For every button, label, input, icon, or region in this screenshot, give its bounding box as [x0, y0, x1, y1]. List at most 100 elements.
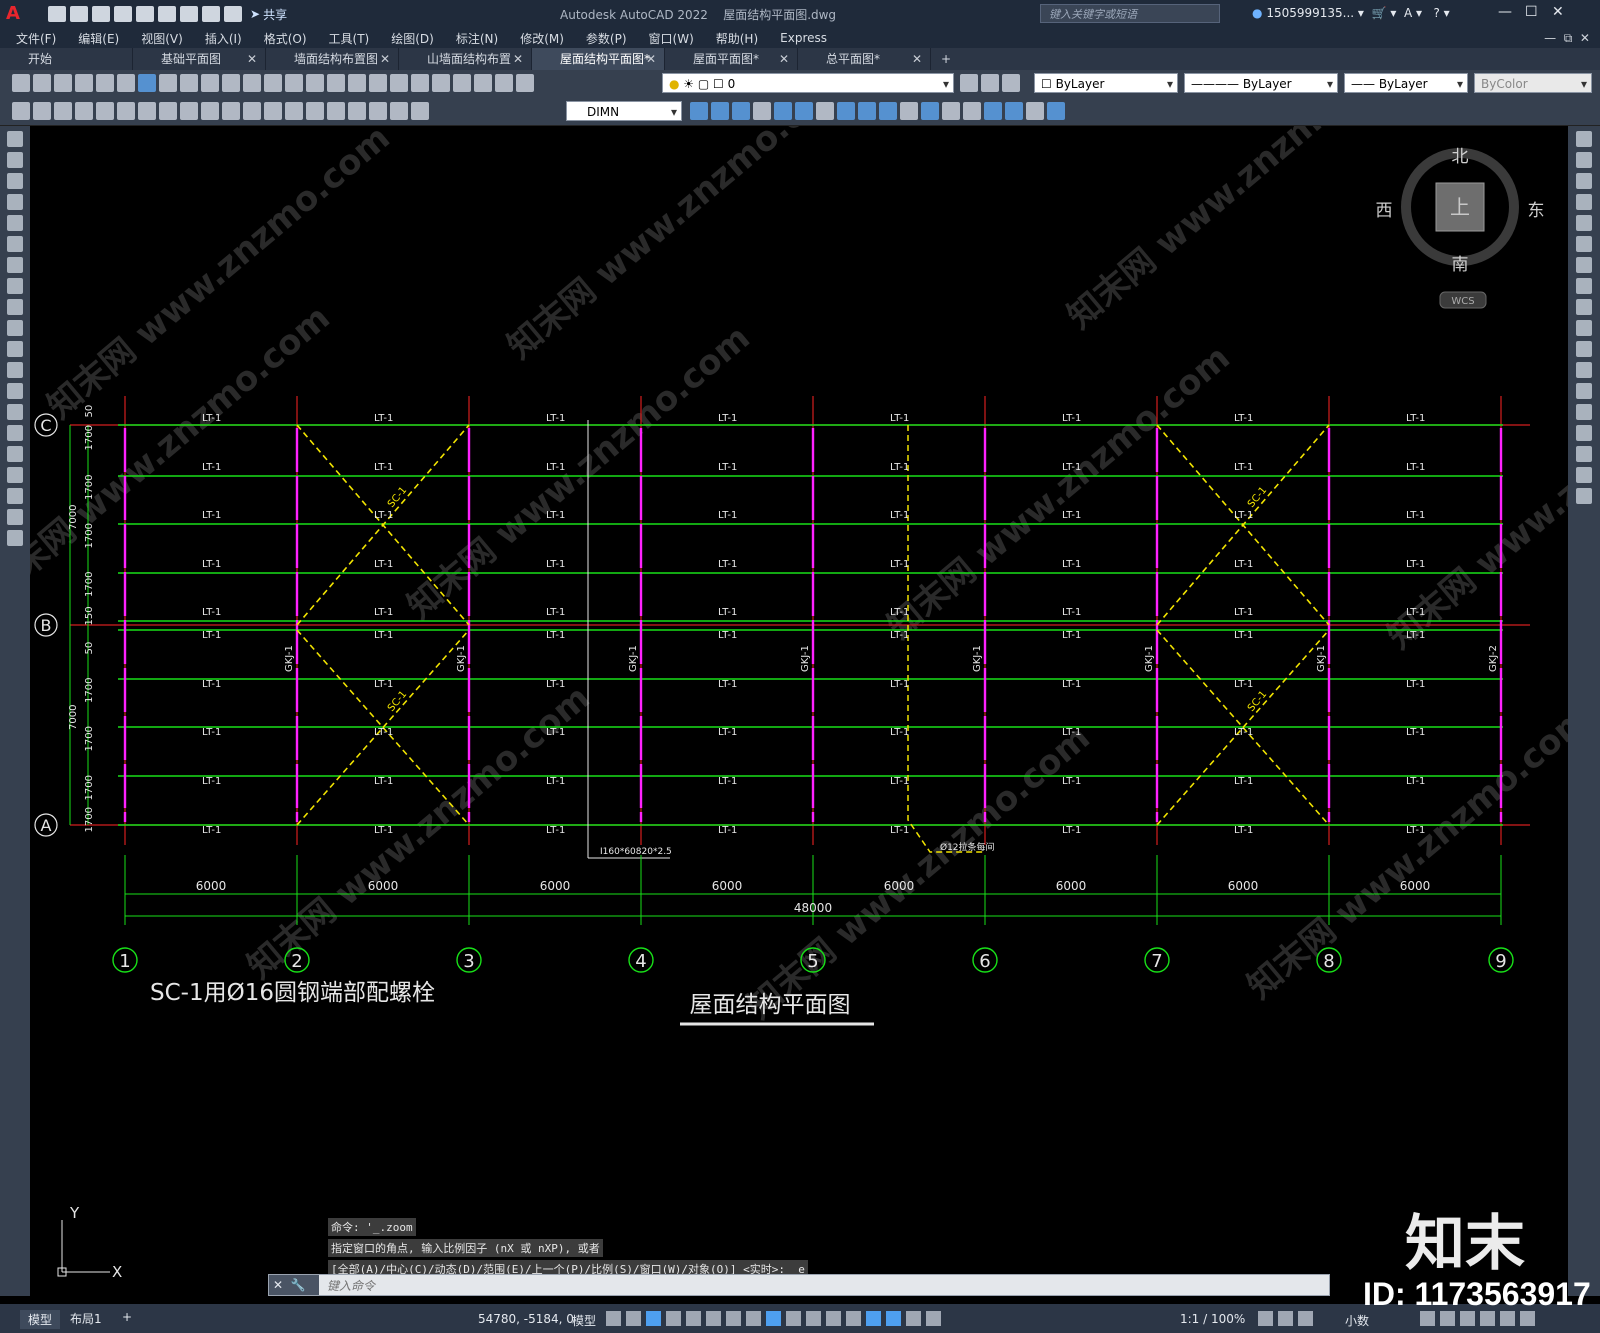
make-current-icon[interactable] [960, 74, 978, 92]
print-icon[interactable] [75, 74, 93, 92]
dynamic-ucs-icon[interactable] [826, 1311, 841, 1326]
interfere-icon[interactable] [837, 102, 855, 120]
help-icon[interactable] [495, 74, 513, 92]
scale-icon[interactable] [1576, 278, 1592, 294]
revolve-icon[interactable] [774, 102, 792, 120]
open-file-icon[interactable] [70, 6, 88, 22]
tab-roof-structure-plan[interactable]: 屋面结构平面图* ✕ [532, 48, 665, 70]
tolerance-icon[interactable] [285, 102, 303, 120]
trim-icon[interactable] [1576, 320, 1592, 336]
materials-icon[interactable] [879, 102, 897, 120]
offset-icon[interactable] [1576, 194, 1592, 210]
osnap-icon[interactable] [726, 1311, 741, 1326]
save-icon[interactable] [92, 6, 110, 22]
chamfer-icon[interactable] [1576, 425, 1592, 441]
new-file-icon[interactable] [48, 6, 66, 22]
color-dropdown[interactable]: ☐ ByLayer ▾ [1034, 73, 1178, 93]
explode-icon[interactable] [1576, 488, 1592, 504]
transparency-icon[interactable] [766, 1311, 781, 1326]
close-icon[interactable]: ✕ [1552, 4, 1564, 20]
slice-icon[interactable] [795, 102, 813, 120]
inspect-icon[interactable] [327, 102, 345, 120]
save-icon[interactable] [54, 74, 72, 92]
menu-insert[interactable]: 插入(I) [205, 30, 242, 47]
erase-icon[interactable] [1576, 131, 1592, 147]
quick-dim-icon[interactable] [180, 102, 198, 120]
view-cube-top[interactable]: 上 [1450, 195, 1470, 219]
join-icon[interactable] [1576, 404, 1592, 420]
navigation-icon[interactable] [1047, 102, 1065, 120]
help-search-input[interactable]: 键入关键字或短语 [1040, 4, 1220, 23]
menu-help[interactable]: 帮助(H) [716, 30, 758, 47]
space-icon[interactable] [243, 102, 261, 120]
model-space-toggle[interactable]: 模型 [572, 1312, 596, 1329]
open-icon[interactable] [33, 74, 51, 92]
add-selected-icon[interactable] [7, 530, 23, 546]
menu-parametric[interactable]: 参数(P) [586, 30, 627, 47]
minimize-icon[interactable]: — [1498, 4, 1512, 20]
shade-icon[interactable] [963, 102, 981, 120]
ordinate-icon[interactable] [75, 102, 93, 120]
section-icon[interactable] [816, 102, 834, 120]
blend-icon[interactable] [1576, 467, 1592, 483]
coordinate-readout[interactable]: 54780, -5184, 0 [478, 1312, 574, 1326]
workspace-gear-icon[interactable] [1258, 1311, 1273, 1326]
open-web-icon[interactable] [136, 6, 154, 22]
lock-ui-icon[interactable] [1440, 1311, 1455, 1326]
share-button[interactable]: ➤ 共享 [250, 6, 287, 23]
line-icon[interactable] [7, 131, 23, 147]
gradient-icon[interactable] [7, 446, 23, 462]
extend-icon[interactable] [1576, 341, 1592, 357]
design-center-icon[interactable] [390, 74, 408, 92]
aligned-dim-icon[interactable] [33, 102, 51, 120]
publish-icon[interactable] [117, 74, 135, 92]
annotation-visibility-icon[interactable] [886, 1311, 901, 1326]
auto-scale-icon[interactable] [906, 1311, 921, 1326]
3d-box-icon[interactable] [690, 102, 708, 120]
pan-icon[interactable] [285, 74, 303, 92]
array-icon[interactable] [1576, 215, 1592, 231]
dim-update-icon[interactable] [411, 102, 429, 120]
tab-wall-structure[interactable]: 墙面结构布置图 ✕ [266, 48, 399, 70]
sheet-set-icon[interactable] [432, 74, 450, 92]
ellipse-icon[interactable] [7, 320, 23, 336]
fly-icon[interactable] [1005, 102, 1023, 120]
gizmo-icon[interactable] [866, 1311, 881, 1326]
markup-icon[interactable] [453, 74, 471, 92]
linear-dim-icon[interactable] [12, 102, 30, 120]
grid-icon[interactable] [606, 1311, 621, 1326]
selection-filter-icon[interactable] [846, 1311, 861, 1326]
annotation-scale-icon[interactable] [926, 1311, 941, 1326]
point-icon[interactable] [7, 404, 23, 420]
ellipse-arc-icon[interactable] [7, 341, 23, 357]
arc-icon[interactable] [7, 236, 23, 252]
zoom-previous-icon[interactable] [348, 74, 366, 92]
save-as-icon[interactable] [114, 6, 132, 22]
jogged-icon[interactable] [117, 102, 135, 120]
menu-tools[interactable]: 工具(T) [329, 30, 370, 47]
orbit-icon[interactable] [1026, 102, 1044, 120]
table-icon[interactable] [7, 488, 23, 504]
baseline-icon[interactable] [201, 102, 219, 120]
plot-icon[interactable] [180, 6, 198, 22]
walk-icon[interactable] [984, 102, 1002, 120]
angular-icon[interactable] [159, 102, 177, 120]
tab-close-icon[interactable]: ✕ [779, 48, 789, 70]
tab-model[interactable]: 模型 [20, 1310, 61, 1329]
paste-icon[interactable] [201, 74, 219, 92]
tab-close-icon[interactable]: ✕ [912, 48, 922, 70]
polar-icon[interactable] [666, 1311, 681, 1326]
copy-icon[interactable] [180, 74, 198, 92]
snap-icon[interactable] [626, 1311, 641, 1326]
dimstyle-dropdown[interactable]: DIMN ▾ [566, 101, 682, 121]
dim-text-edit-icon[interactable] [390, 102, 408, 120]
polygon-icon[interactable] [7, 194, 23, 210]
break-icon[interactable] [1576, 383, 1592, 399]
revision-cloud-icon[interactable] [7, 278, 23, 294]
make-block-icon[interactable] [7, 383, 23, 399]
menu-dimension[interactable]: 标注(N) [456, 30, 498, 47]
circle-icon[interactable] [7, 257, 23, 273]
units-icon[interactable] [1298, 1311, 1313, 1326]
undo-icon[interactable] [243, 74, 261, 92]
tab-close-icon[interactable]: ✕ [513, 48, 523, 70]
